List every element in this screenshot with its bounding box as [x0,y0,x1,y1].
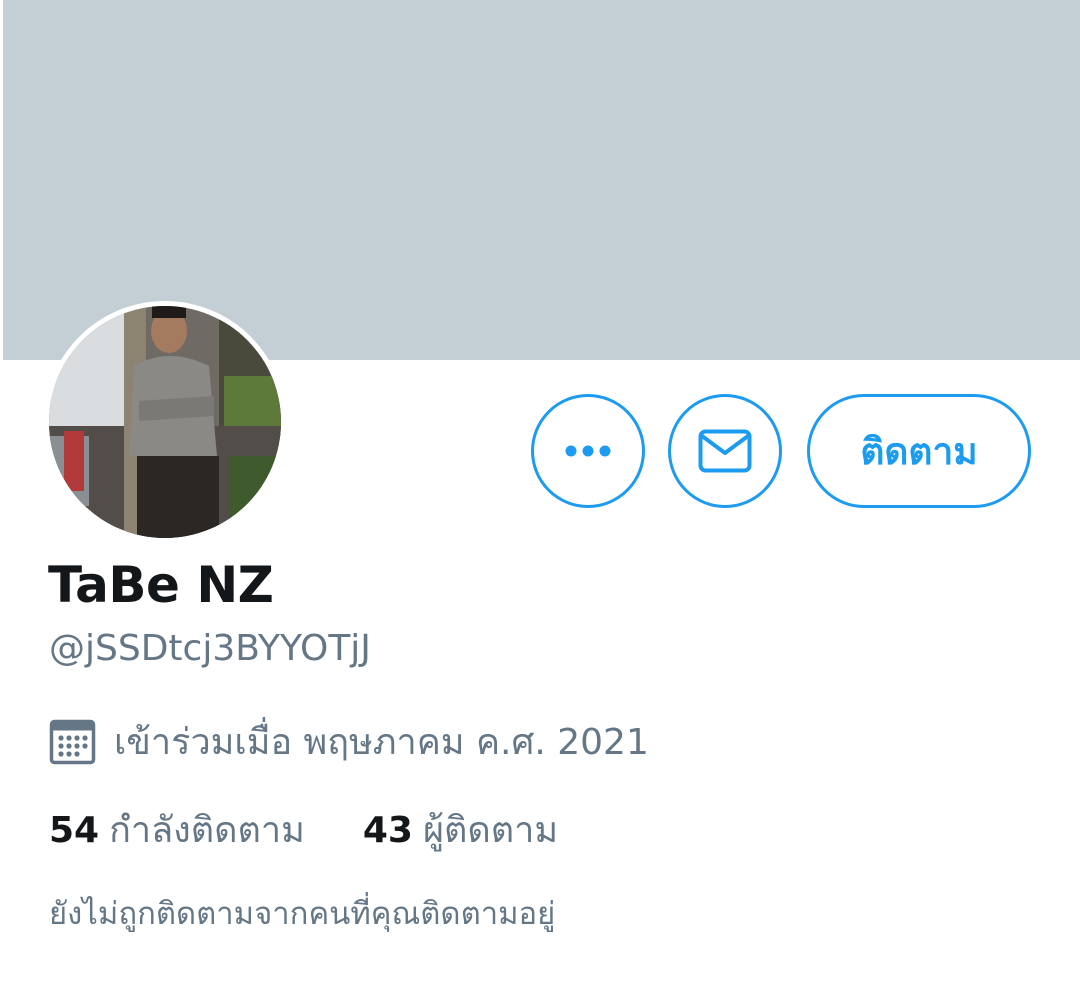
avatar-photo [49,306,281,538]
followers-stat[interactable]: 43 ผู้ติดตาม [363,801,558,858]
message-button[interactable] [668,394,782,508]
user-handle: @jSSDtcj3BYYOTjJ [49,628,371,669]
follow-stats: 54 กำลังติดตาม 43 ผู้ติดตาม [49,801,558,858]
following-stat[interactable]: 54 กำลังติดตาม [49,801,305,858]
following-label: กำลังติดตาม [109,810,305,851]
profile-page: ติดตาม TaBe NZ @jSSDtcj3BYYOTjJ เข้าร่วม… [0,0,1080,997]
following-count: 54 [49,810,100,851]
more-button[interactable] [531,394,645,508]
follow-button[interactable]: ติดตาม [807,394,1031,508]
not-followed-notice: ยังไม่ถูกติดตามจากคนที่คุณติดตามอยู่ [49,896,556,932]
follow-button-label: ติดตาม [860,429,978,473]
envelope-icon [698,429,752,473]
more-horizontal-icon [565,445,611,457]
joined-date-row: เข้าร่วมเมื่อ พฤษภาคม ค.ศ. 2021 [49,713,649,770]
followers-count: 43 [362,810,413,851]
joined-date: เข้าร่วมเมื่อ พฤษภาคม ค.ศ. 2021 [114,722,649,763]
calendar-icon [49,719,96,764]
followers-label: ผู้ติดตาม [422,810,559,851]
display-name: TaBe NZ [48,556,274,614]
avatar[interactable] [44,301,286,543]
